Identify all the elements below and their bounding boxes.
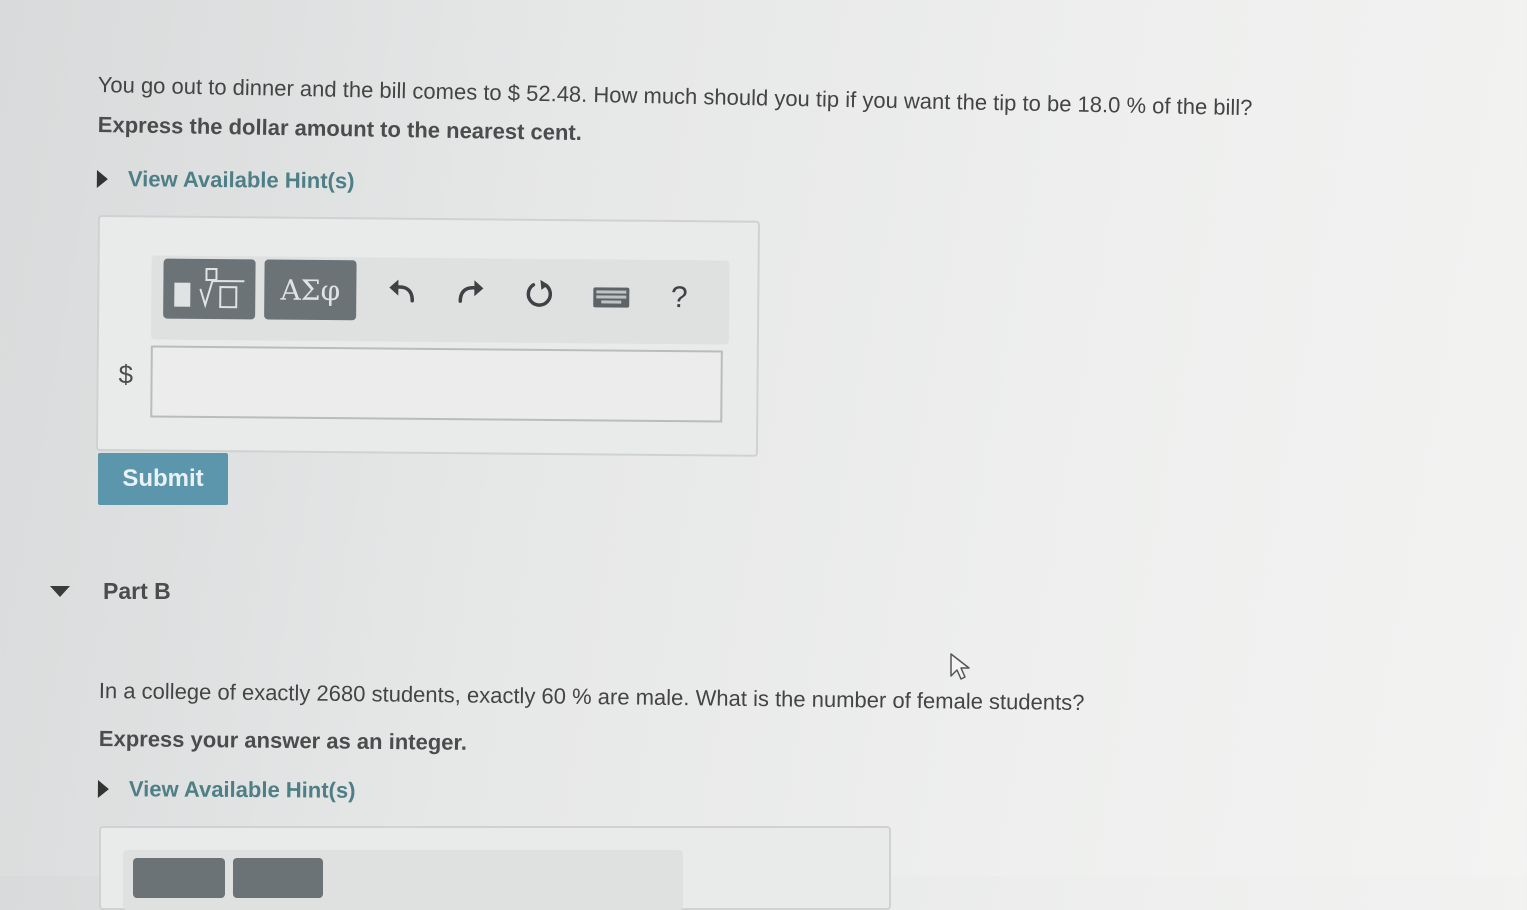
hint-link-label: View Available Hint(s) bbox=[127, 166, 355, 194]
templates-button[interactable] bbox=[133, 858, 225, 898]
reset-button[interactable] bbox=[517, 273, 561, 317]
part-b-header[interactable]: Part B bbox=[50, 578, 171, 605]
currency-symbol: $ bbox=[118, 359, 134, 390]
part-b-hint-toggle[interactable]: View Available Hint(s) bbox=[97, 776, 356, 804]
keyboard-button[interactable] bbox=[587, 275, 635, 319]
greek-symbols-label: ΑΣφ bbox=[280, 273, 341, 307]
greek-symbols-button[interactable] bbox=[233, 858, 323, 898]
redo-button[interactable] bbox=[449, 270, 493, 314]
part-b-instruction: Express your answer as an integer. bbox=[98, 726, 468, 755]
part-b-question: In a college of exactly 2680 students, e… bbox=[98, 678, 1085, 716]
part-b-answer-panel bbox=[99, 826, 891, 910]
redo-icon bbox=[458, 280, 484, 303]
expand-arrow-icon bbox=[97, 779, 109, 799]
templates-button[interactable] bbox=[163, 258, 256, 320]
help-button[interactable]: ? bbox=[661, 276, 697, 320]
part-a-instruction: Express the dollar amount to the nearest… bbox=[97, 112, 583, 146]
math-toolbar: ΑΣφ ? bbox=[150, 255, 730, 345]
answer-input[interactable] bbox=[150, 345, 723, 423]
part-a-question: You go out to dinner and the bill comes … bbox=[97, 72, 1253, 121]
reset-icon bbox=[526, 279, 553, 307]
undo-icon bbox=[389, 279, 415, 303]
part-b-title: Part B bbox=[103, 578, 171, 604]
expand-arrow-icon bbox=[96, 169, 108, 189]
part-a-hint-toggle[interactable]: View Available Hint(s) bbox=[96, 166, 355, 194]
submit-button[interactable]: Submit bbox=[98, 453, 228, 505]
keyboard-icon bbox=[593, 287, 630, 308]
math-toolbar bbox=[123, 850, 683, 910]
undo-button[interactable] bbox=[379, 269, 423, 313]
help-icon: ? bbox=[670, 281, 688, 315]
mouse-cursor-icon bbox=[950, 653, 970, 680]
collapse-arrow-icon bbox=[50, 586, 70, 597]
greek-symbols-button[interactable]: ΑΣφ bbox=[264, 259, 357, 321]
part-a-answer-panel: ΑΣφ ? $ bbox=[95, 215, 760, 457]
templates-icon bbox=[174, 267, 245, 309]
hint-link-label: View Available Hint(s) bbox=[128, 776, 356, 803]
